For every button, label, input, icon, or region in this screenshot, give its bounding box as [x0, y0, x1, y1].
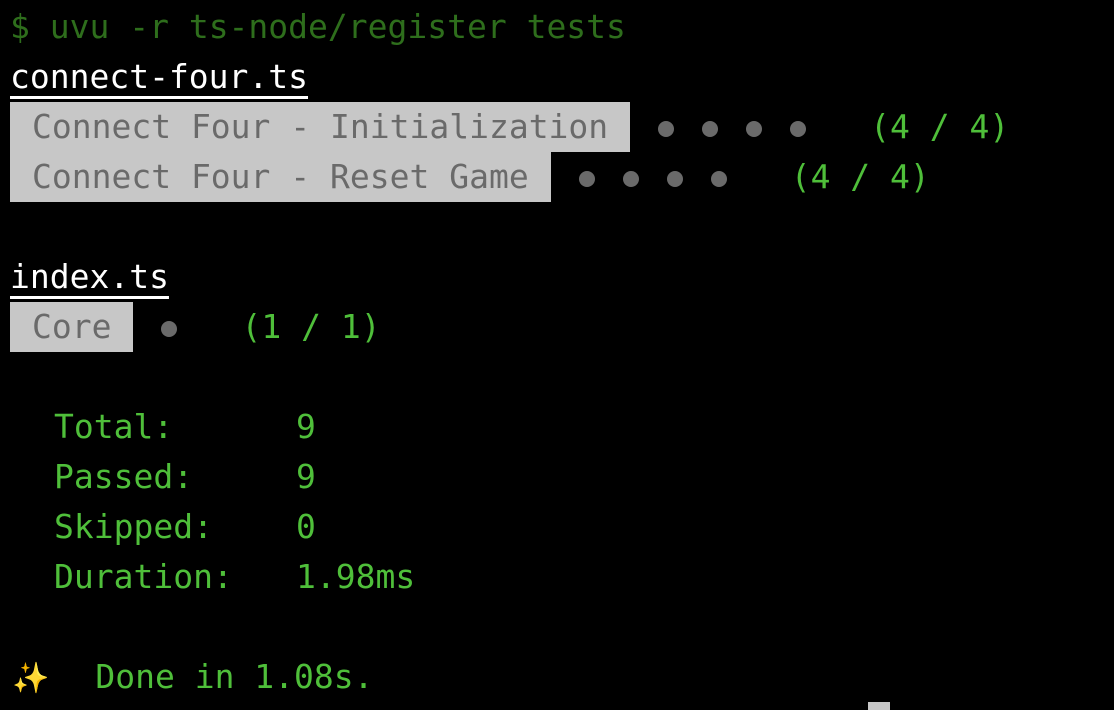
test-dots: [630, 107, 807, 146]
sparkles-icon: ✨: [12, 661, 50, 696]
suite-count: (4 / 4): [870, 107, 1010, 146]
pass-dot-icon: [658, 120, 675, 137]
pass-dot-icon: [622, 170, 639, 187]
done-text: Done in 1.08s.: [95, 657, 374, 696]
pass-dot-icon: [710, 170, 727, 187]
file-name: connect-four.ts: [10, 57, 309, 96]
suite-row: Connect Four - Initialization (4 / 4): [10, 102, 1009, 152]
suite-row: Connect Four - Reset Game (4 / 4): [10, 152, 930, 202]
pass-dot-icon: [790, 120, 807, 137]
skipped-value: 0: [296, 507, 316, 546]
test-dots: [551, 157, 727, 196]
test-dots: [133, 307, 178, 346]
duration-value: 1.98ms: [296, 557, 416, 596]
prompt-symbol: $: [10, 7, 30, 46]
file-header: connect-four.ts: [10, 52, 308, 102]
terminal-window[interactable]: $ uvu -r ts-node/register tests connect-…: [0, 0, 1114, 710]
summary-total: Total: 9: [54, 402, 316, 452]
file-name: index.ts: [10, 257, 169, 296]
passed-label: Passed:: [54, 457, 194, 496]
suite-name: Core: [10, 302, 134, 352]
summary-skipped: Skipped: 0: [54, 502, 316, 552]
passed-value: 9: [296, 457, 316, 496]
command-text: uvu -r ts-node/register tests: [49, 7, 626, 46]
pass-dot-icon: [578, 170, 595, 187]
command-line: $ uvu -r ts-node/register tests: [10, 2, 626, 52]
suite-name: Connect Four - Initialization: [10, 102, 631, 152]
suite-count: (1 / 1): [241, 307, 381, 346]
pass-dot-icon: [746, 120, 763, 137]
pass-dot-icon: [666, 170, 683, 187]
suite-name: Connect Four - Reset Game: [10, 152, 551, 202]
summary-duration: Duration: 1.98ms: [54, 552, 415, 602]
duration-label: Duration:: [54, 557, 233, 596]
pass-dot-icon: [702, 120, 719, 137]
terminal-cursor: [868, 702, 890, 710]
suite-count: (4 / 4): [790, 157, 930, 196]
done-line: ✨ Done in 1.08s.: [12, 652, 374, 702]
summary-passed: Passed: 9: [54, 452, 316, 502]
total-value: 9: [296, 407, 316, 446]
total-label: Total:: [54, 407, 174, 446]
pass-dot-icon: [161, 320, 178, 337]
file-header: index.ts: [10, 252, 169, 302]
skipped-label: Skipped:: [54, 507, 213, 546]
suite-row: Core (1 / 1): [10, 302, 381, 352]
